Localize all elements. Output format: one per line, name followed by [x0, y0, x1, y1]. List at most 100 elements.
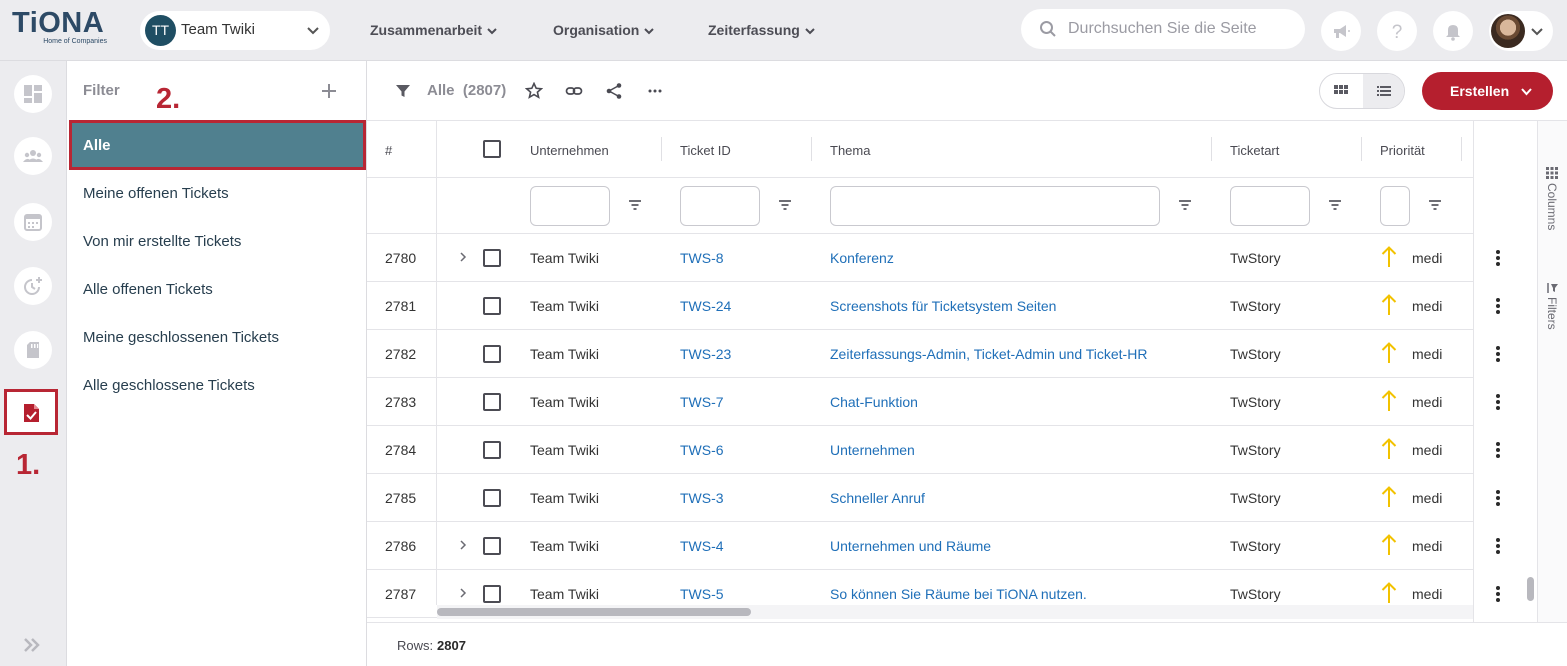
ticket-id-link[interactable]: TWS-6: [680, 442, 724, 458]
chevron-right-icon[interactable]: [458, 540, 468, 550]
table-row[interactable]: 2784 Team Twiki TWS-6 Unternehmen TwStory med…: [367, 426, 1473, 474]
chevron-right-icon[interactable]: [458, 588, 468, 598]
table-row[interactable]: 2781 Team Twiki TWS-24 Screenshots für Tick…: [367, 282, 1473, 330]
filter-item-all-closed-tickets[interactable]: Alle geschlossene Tickets: [83, 377, 255, 394]
row-checkbox[interactable]: [483, 537, 501, 555]
priority-filter-input[interactable]: [1380, 186, 1410, 226]
row-checkbox[interactable]: [483, 585, 501, 603]
row-checkbox[interactable]: [483, 249, 501, 267]
vertical-scrollbar[interactable]: [1527, 577, 1534, 601]
rail-people[interactable]: [14, 137, 52, 175]
topic-link[interactable]: Zeiterfassungs-Admin, Ticket-Admin und T…: [830, 346, 1147, 362]
plus-icon[interactable]: [319, 81, 339, 101]
table-row[interactable]: 2786 Team Twiki TWS-4 Unternehmen und Räume…: [367, 522, 1473, 570]
row-menu-button[interactable]: [1494, 344, 1502, 369]
filter-item-all-open-tickets[interactable]: Alle offenen Tickets: [83, 281, 213, 298]
ticket-id-link[interactable]: TWS-8: [680, 250, 724, 266]
row-checkbox[interactable]: [483, 489, 501, 507]
ticket-id-link[interactable]: TWS-23: [680, 346, 731, 362]
tiona-logo[interactable]: TiONA Home of Companies: [12, 8, 107, 52]
select-all-checkbox[interactable]: [483, 140, 501, 158]
filter-lines-icon[interactable]: [628, 199, 642, 211]
nav-organisation[interactable]: Organisation: [553, 22, 655, 38]
row-menu-button[interactable]: [1494, 584, 1502, 609]
ticket-id-link[interactable]: TWS-5: [680, 586, 724, 602]
topic-link[interactable]: Chat-Funktion: [830, 394, 918, 410]
filter-lines-icon[interactable]: [778, 199, 792, 211]
rail-storage[interactable]: [14, 331, 52, 369]
link-icon[interactable]: [565, 82, 583, 100]
columns-tab-label[interactable]: Columns: [1545, 183, 1559, 230]
topic-link[interactable]: Unternehmen: [830, 442, 915, 458]
row-menu-button[interactable]: [1494, 392, 1502, 417]
table-row[interactable]: 2782 Team Twiki TWS-23 Zeiterfassungs-Admin…: [367, 330, 1473, 378]
rail-calendar[interactable]: [14, 203, 52, 241]
filter-lines-icon[interactable]: [1178, 199, 1192, 211]
column-divider[interactable]: [1361, 137, 1362, 161]
table-row[interactable]: 2783 Team Twiki TWS-7 Chat-Funktion TwStory m…: [367, 378, 1473, 426]
column-divider[interactable]: [1211, 137, 1212, 161]
topic-link[interactable]: Unternehmen und Räume: [830, 538, 991, 554]
horizontal-scrollbar[interactable]: [437, 608, 751, 616]
filters-tab-label[interactable]: Filters: [1545, 297, 1559, 330]
row-checkbox[interactable]: [483, 441, 501, 459]
topic-link[interactable]: Screenshots für Ticketsystem Seiten: [830, 298, 1056, 314]
star-icon[interactable]: [525, 82, 543, 100]
filter-lines-icon[interactable]: [1428, 199, 1442, 211]
table-row[interactable]: 2785 Team Twiki TWS-3 Schneller Anruf TwStor…: [367, 474, 1473, 522]
row-menu-button[interactable]: [1494, 536, 1502, 561]
filter-lines-icon[interactable]: [1328, 199, 1342, 211]
column-divider[interactable]: [1461, 137, 1462, 161]
column-header-ticket-id[interactable]: Ticket ID: [680, 143, 731, 158]
column-header-company[interactable]: Unternehmen: [530, 143, 609, 158]
rail-dashboard[interactable]: [14, 75, 52, 113]
ticket-id-filter-input[interactable]: [680, 186, 760, 226]
row-menu-button[interactable]: [1494, 488, 1502, 513]
ticket-id-link[interactable]: TWS-7: [680, 394, 724, 410]
filter-icon[interactable]: [395, 83, 411, 99]
topic-filter-input[interactable]: [830, 186, 1160, 226]
rail-time-tracking[interactable]: [14, 267, 52, 305]
ticket-id-link[interactable]: TWS-3: [680, 490, 724, 506]
company-filter-input[interactable]: [530, 186, 610, 226]
column-header-ticket-type[interactable]: Ticketart: [1230, 143, 1279, 158]
grid-view-button[interactable]: [1320, 74, 1363, 108]
row-menu-button[interactable]: [1494, 296, 1502, 321]
ticket-id-link[interactable]: TWS-24: [680, 298, 731, 314]
filter-item-my-closed-tickets[interactable]: Meine geschlossenen Tickets: [83, 329, 279, 346]
topic-link[interactable]: Konferenz: [830, 250, 894, 266]
columns-tool[interactable]: [1546, 166, 1558, 184]
column-divider[interactable]: [811, 137, 812, 161]
column-divider[interactable]: [661, 137, 662, 161]
row-menu-button[interactable]: [1494, 440, 1502, 465]
search-input[interactable]: [1068, 19, 1288, 39]
create-button[interactable]: Erstellen: [1422, 72, 1553, 110]
rail-tickets[interactable]: [4, 389, 58, 435]
user-menu[interactable]: [1489, 11, 1553, 51]
team-selector[interactable]: TT Team Twiki: [140, 11, 330, 50]
filter-item-alle[interactable]: Alle: [69, 120, 366, 170]
chevron-right-icon[interactable]: [458, 252, 468, 262]
table-row[interactable]: 2780 Team Twiki TWS-8 Konferenz TwStory medi: [367, 234, 1473, 282]
column-header-topic[interactable]: Thema: [830, 143, 870, 158]
column-header-number[interactable]: #: [385, 143, 392, 158]
notifications-button[interactable]: [1433, 11, 1473, 51]
announcements-button[interactable]: [1321, 11, 1361, 51]
row-checkbox[interactable]: [483, 345, 501, 363]
filter-item-my-open-tickets[interactable]: Meine offenen Tickets: [83, 185, 229, 202]
share-icon[interactable]: [605, 82, 623, 100]
row-checkbox[interactable]: [483, 297, 501, 315]
row-menu-button[interactable]: [1494, 248, 1502, 273]
ticket-type-filter-input[interactable]: [1230, 186, 1310, 226]
column-header-priority[interactable]: Priorität: [1380, 143, 1425, 158]
nav-zeiterfassung[interactable]: Zeiterfassung: [708, 22, 816, 38]
nav-zusammenarbeit[interactable]: Zusammenarbeit: [370, 22, 498, 38]
filter-item-created-by-me[interactable]: Von mir erstellte Tickets: [83, 233, 241, 250]
ticket-id-link[interactable]: TWS-4: [680, 538, 724, 554]
help-button[interactable]: ?: [1377, 11, 1417, 51]
double-chevron-right-icon[interactable]: [22, 635, 42, 655]
list-view-button[interactable]: [1363, 74, 1404, 108]
topic-link[interactable]: So können Sie Räume bei TiONA nutzen.: [830, 586, 1087, 602]
row-checkbox[interactable]: [483, 393, 501, 411]
more-horizontal-icon[interactable]: [646, 82, 664, 100]
